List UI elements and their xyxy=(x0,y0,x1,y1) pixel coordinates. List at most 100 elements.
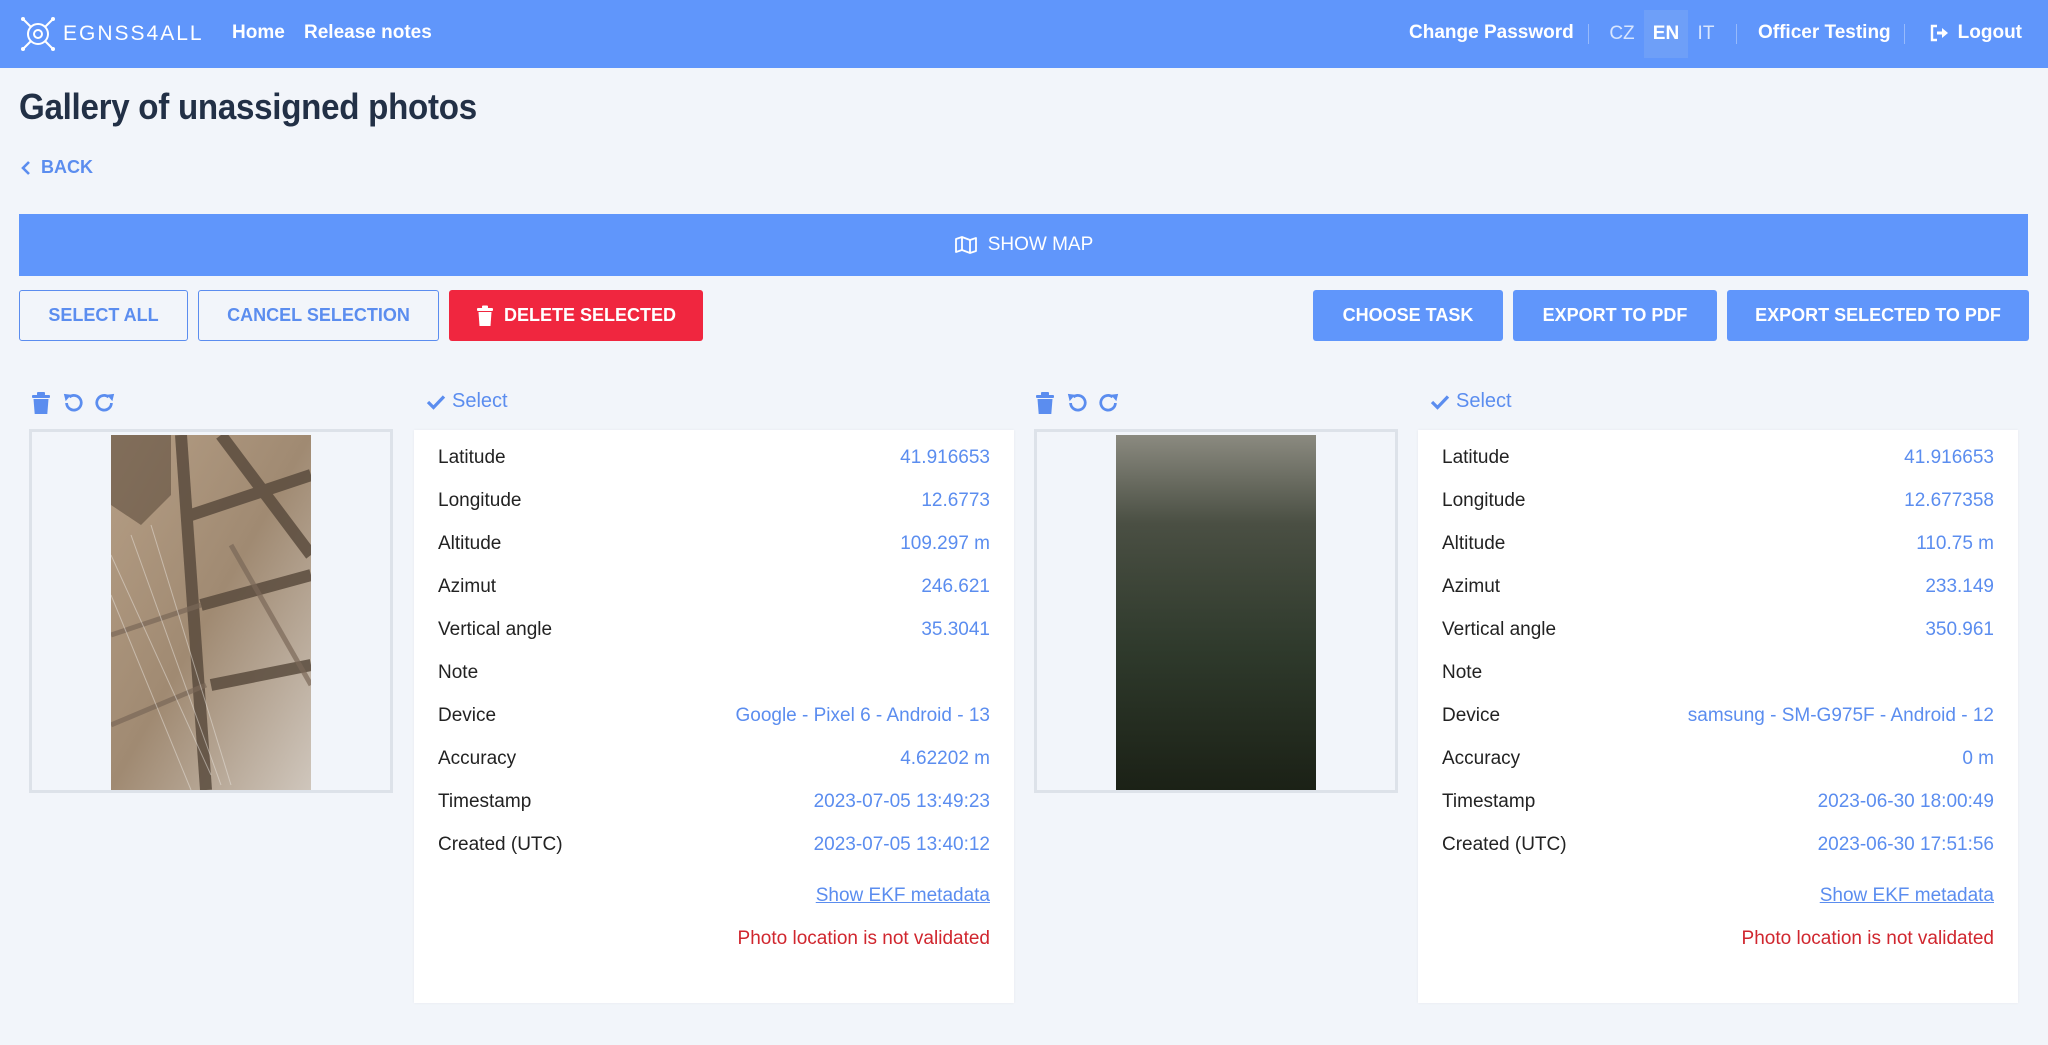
rotate-left-icon[interactable] xyxy=(1066,391,1088,415)
created-value: 2023-06-30 17:51:56 xyxy=(1817,833,1994,855)
select-label: Select xyxy=(1456,390,1512,412)
created-value: 2023-07-05 13:40:12 xyxy=(813,833,990,855)
info-row-note: Note xyxy=(438,651,990,694)
nav-separator xyxy=(1588,24,1589,44)
chevron-left-icon xyxy=(21,160,30,175)
photo-thumbnail-1[interactable] xyxy=(29,429,393,793)
info-row-note: Note xyxy=(1442,651,1994,694)
back-label: BACK xyxy=(41,157,93,177)
timestamp-value: 2023-07-05 13:49:23 xyxy=(813,790,990,812)
info-row-timestamp: Timestamp 2023-07-05 13:49:23 xyxy=(438,780,990,823)
info-row-created: Created (UTC) 2023-06-30 17:51:56 xyxy=(1442,823,1994,866)
export-selected-pdf-button[interactable]: EXPORT SELECTED TO PDF xyxy=(1727,290,2029,341)
photo-thumbnail-2[interactable] xyxy=(1034,429,1398,793)
vertical-angle-value: 35.3041 xyxy=(921,618,990,640)
accuracy-value: 4.62202 m xyxy=(900,747,990,769)
longitude-label: Longitude xyxy=(1442,489,1526,511)
rotate-left-icon[interactable] xyxy=(62,391,84,415)
timestamp-label: Timestamp xyxy=(1442,790,1536,812)
info-row-device: Device Google - Pixel 6 - Android - 13 xyxy=(438,694,990,737)
info-row-longitude: Longitude 12.677358 xyxy=(1442,479,1994,522)
lang-cz[interactable]: CZ xyxy=(1600,10,1644,58)
export-pdf-button[interactable]: EXPORT TO PDF xyxy=(1513,290,1717,341)
change-password-link[interactable]: Change Password xyxy=(1409,22,1574,44)
top-navbar: EGNSS4ALL Home Release notes Change Pass… xyxy=(0,0,2048,68)
select-photo-2[interactable]: Select xyxy=(1430,390,1512,413)
show-map-label: SHOW MAP xyxy=(987,234,1094,255)
accuracy-label: Accuracy xyxy=(438,747,517,769)
longitude-value: 12.677358 xyxy=(1904,489,1994,511)
page-title: Gallery of unassigned photos xyxy=(19,86,477,127)
cancel-selection-button[interactable]: CANCEL SELECTION xyxy=(198,290,439,341)
info-row-azimut: Azimut 233.149 xyxy=(1442,565,1994,608)
nav-separator xyxy=(1904,24,1905,44)
logout-button[interactable]: Logout xyxy=(1930,22,2022,44)
photo-info-card-2: Latitude 41.916653 Longitude 12.677358 Alt… xyxy=(1418,430,2018,1003)
note-label: Note xyxy=(438,661,479,683)
timestamp-value: 2023-06-30 18:00:49 xyxy=(1817,790,1994,812)
select-photo-1[interactable]: Select xyxy=(426,390,508,413)
photo-image-1 xyxy=(111,435,311,790)
vertical-angle-label: Vertical angle xyxy=(1442,618,1557,640)
azimut-label: Azimut xyxy=(438,575,497,597)
longitude-value: 12.6773 xyxy=(921,489,990,511)
trash-icon[interactable] xyxy=(1034,391,1056,415)
nav-home[interactable]: Home xyxy=(232,22,285,44)
user-name[interactable]: Officer Testing xyxy=(1758,22,1891,44)
vertical-angle-value: 350.961 xyxy=(1925,618,1994,640)
altitude-value: 110.75 m xyxy=(1916,532,1994,554)
brand[interactable]: EGNSS4ALL xyxy=(19,15,204,53)
brand-name: EGNSS4ALL xyxy=(63,22,204,45)
info-row-azimut: Azimut 246.621 xyxy=(438,565,990,608)
lang-it[interactable]: IT xyxy=(1684,10,1728,58)
sign-out-icon xyxy=(1930,24,1948,42)
azimut-value: 233.149 xyxy=(1925,575,1994,597)
select-all-button[interactable]: SELECT ALL xyxy=(19,290,188,341)
vertical-angle-label: Vertical angle xyxy=(438,618,553,640)
show-ekf-metadata-link[interactable]: Show EKF metadata xyxy=(1820,885,1994,907)
info-row-altitude: Altitude 110.75 m xyxy=(1442,522,1994,565)
created-label: Created (UTC) xyxy=(438,833,563,855)
azimut-value: 246.621 xyxy=(921,575,990,597)
rotate-right-icon[interactable] xyxy=(1098,391,1120,415)
latitude-value: 41.916653 xyxy=(1904,446,1994,468)
device-label: Device xyxy=(438,704,497,726)
info-row-altitude: Altitude 109.297 m xyxy=(438,522,990,565)
nav-release-notes[interactable]: Release notes xyxy=(304,22,432,44)
info-row-created: Created (UTC) 2023-07-05 13:40:12 xyxy=(438,823,990,866)
accuracy-label: Accuracy xyxy=(1442,747,1521,769)
azimut-label: Azimut xyxy=(1442,575,1501,597)
lang-en[interactable]: EN xyxy=(1644,10,1688,58)
info-row-latitude: Latitude 41.916653 xyxy=(1442,436,1994,479)
altitude-label: Altitude xyxy=(1442,532,1506,554)
check-icon xyxy=(1430,394,1450,410)
back-link[interactable]: BACK xyxy=(20,157,93,178)
note-label: Note xyxy=(1442,661,1483,683)
check-icon xyxy=(426,394,446,410)
select-label: Select xyxy=(452,390,508,412)
photo-info-card-1: Latitude 41.916653 Longitude 12.6773 Altit… xyxy=(414,430,1014,1003)
show-ekf-metadata-link[interactable]: Show EKF metadata xyxy=(816,885,990,907)
trash-icon[interactable] xyxy=(30,391,52,415)
trash-icon xyxy=(476,305,493,326)
info-row-device: Device samsung - SM-G975F - Android - 12 xyxy=(1442,694,1994,737)
latitude-label: Latitude xyxy=(1442,446,1510,468)
validation-status: Photo location is not validated xyxy=(1741,928,1994,949)
logout-label: Logout xyxy=(1957,22,2022,43)
rotate-right-icon[interactable] xyxy=(94,391,116,415)
device-value: Google - Pixel 6 - Android - 13 xyxy=(735,704,990,726)
info-row-vertical-angle: Vertical angle 35.3041 xyxy=(438,608,990,651)
photo-tools xyxy=(1034,391,1120,415)
device-value: samsung - SM-G975F - Android - 12 xyxy=(1687,704,1994,726)
longitude-label: Longitude xyxy=(438,489,522,511)
satellite-logo-icon xyxy=(21,17,55,51)
info-row-longitude: Longitude 12.6773 xyxy=(438,479,990,522)
accuracy-value: 0 m xyxy=(1962,747,1994,769)
show-map-button[interactable]: SHOW MAP xyxy=(19,214,2028,276)
photo-image-2 xyxy=(1116,435,1316,790)
info-row-vertical-angle: Vertical angle 350.961 xyxy=(1442,608,1994,651)
choose-task-button[interactable]: CHOOSE TASK xyxy=(1313,290,1503,341)
photo-tools xyxy=(30,391,116,415)
delete-selected-button[interactable]: DELETE SELECTED xyxy=(449,290,703,341)
latitude-label: Latitude xyxy=(438,446,506,468)
